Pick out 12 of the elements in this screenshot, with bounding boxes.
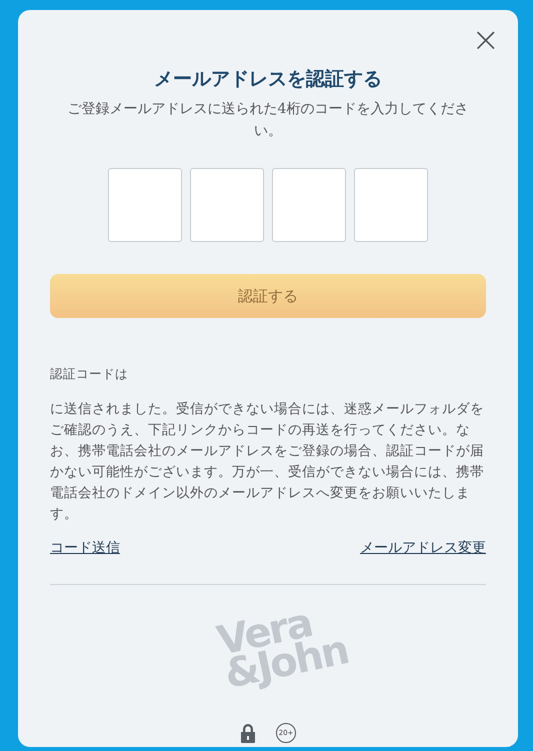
code-label: 認証コードは bbox=[50, 366, 129, 383]
close-button[interactable]: × bbox=[472, 26, 500, 54]
code-digit-field[interactable] bbox=[190, 168, 264, 242]
code-digit-field[interactable] bbox=[108, 168, 182, 242]
info-paragraph: に送信されました。受信ができない場合には、迷惑メールフォルダをご確認のうえ、下記リンクからコードの再送を行ってください。なお、携帯電話会社のメールアドレスをご登録の場合、認証コードが届かない可能性がございます。万が一、受信ができない場合には、携帯電話会社のドメイン以外のメールアドレスへ変更をお願いいたします。 bbox=[50, 400, 485, 524]
code-digit-field[interactable] bbox=[272, 168, 346, 242]
resend-code-link[interactable]: コード送信 bbox=[50, 539, 120, 557]
lock-icon bbox=[240, 724, 256, 742]
instruction-text: ご登録メールアドレスに送られた4桁のコードを入力してください。 bbox=[66, 100, 470, 141]
dialog-title: メールアドレスを認証する bbox=[153, 67, 383, 92]
change-email-link[interactable]: メールアドレス変更 bbox=[360, 539, 486, 557]
code-digit-field[interactable] bbox=[354, 168, 428, 242]
